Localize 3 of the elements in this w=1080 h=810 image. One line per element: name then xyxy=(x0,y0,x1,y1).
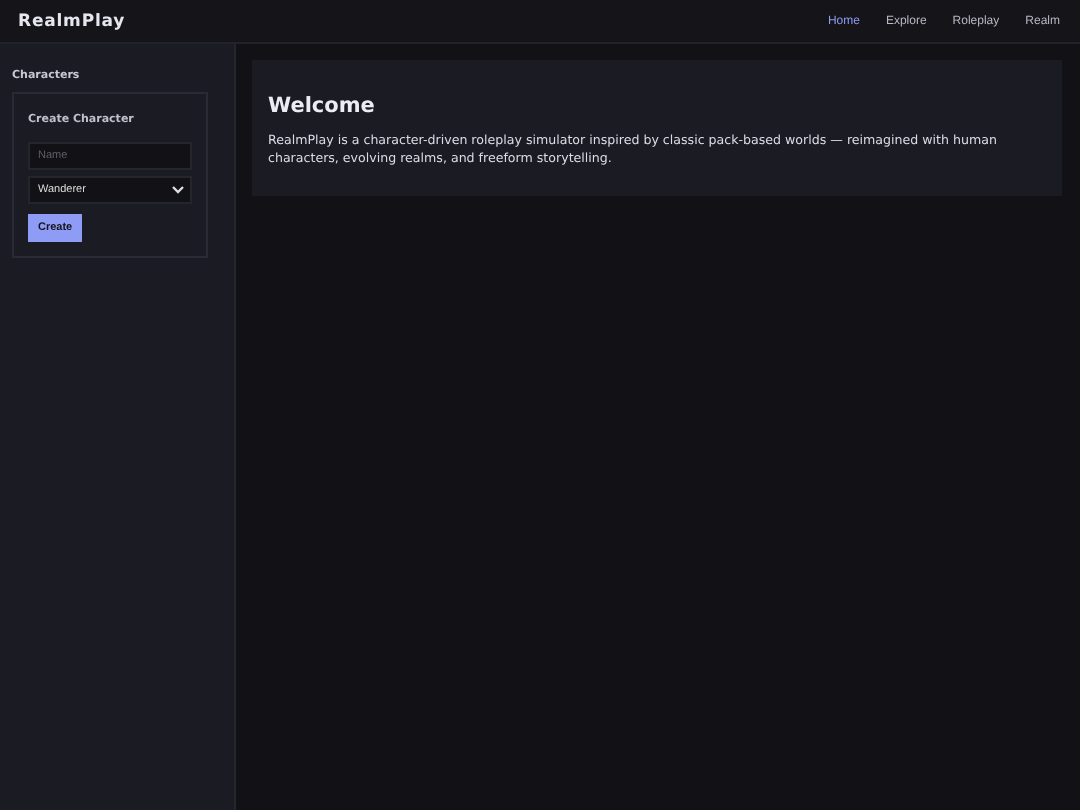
brand-title: RealmPlay xyxy=(18,11,126,31)
welcome-heading: Welcome xyxy=(268,94,377,118)
chevron-down-icon xyxy=(172,186,184,194)
